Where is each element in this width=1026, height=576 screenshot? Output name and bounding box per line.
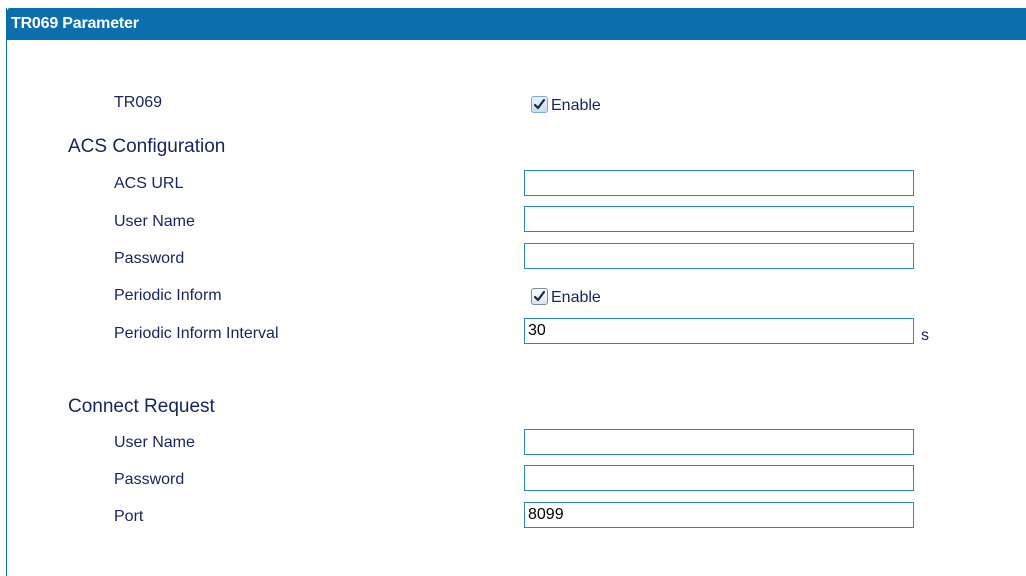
checkbox-checked-icon bbox=[531, 288, 548, 305]
acs-password-label: Password bbox=[114, 250, 185, 267]
acs-password-input[interactable] bbox=[524, 243, 914, 269]
port-label: Port bbox=[114, 508, 144, 525]
acs-username-input[interactable] bbox=[524, 206, 914, 232]
panel-title: TR069 Parameter bbox=[11, 15, 139, 32]
periodic-inform-interval-label: Periodic Inform Interval bbox=[114, 325, 279, 342]
port-input[interactable] bbox=[524, 502, 914, 528]
connect-password-input[interactable] bbox=[524, 465, 914, 491]
connect-username-input[interactable] bbox=[524, 429, 914, 455]
acs-url-label: ACS URL bbox=[114, 175, 184, 192]
acs-username-label: User Name bbox=[114, 213, 195, 230]
connect-username-label: User Name bbox=[114, 434, 195, 451]
acs-url-input[interactable] bbox=[524, 170, 914, 196]
panel-header: TR069 Parameter bbox=[7, 8, 1026, 40]
periodic-inform-interval-input[interactable] bbox=[524, 318, 914, 344]
tr069-parameter-panel: TR069 Parameter TR069 Enable ACS Configu… bbox=[6, 8, 1026, 576]
periodic-inform-label: Periodic Inform bbox=[114, 287, 222, 304]
tr069-label: TR069 bbox=[114, 94, 163, 111]
acs-configuration-heading: ACS Configuration bbox=[68, 136, 226, 157]
checkbox-checked-icon bbox=[531, 96, 548, 113]
periodic-inform-enable-label: Enable bbox=[551, 289, 601, 306]
tr069-enable-label: Enable bbox=[551, 97, 601, 114]
connect-request-heading: Connect Request bbox=[68, 396, 215, 417]
interval-unit-label: s bbox=[921, 327, 929, 344]
connect-password-label: Password bbox=[114, 471, 185, 488]
